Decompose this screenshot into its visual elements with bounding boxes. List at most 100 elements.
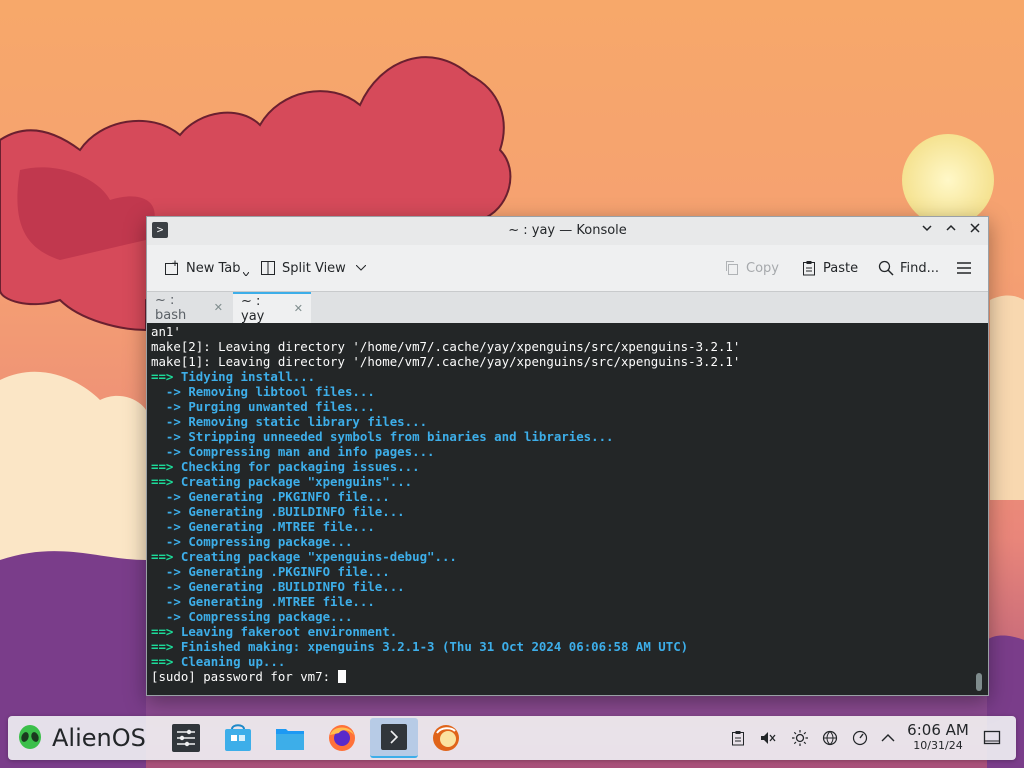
folder-icon <box>276 729 304 750</box>
terminal-line-text: make[2]: Leaving directory '/home/vm7/.c… <box>151 339 741 354</box>
volume-muted-icon[interactable] <box>758 728 778 748</box>
taskbar-konsole[interactable] <box>370 718 418 758</box>
tab-label: ~ : yay <box>241 293 265 324</box>
dropdown-arrow-icon <box>242 272 249 276</box>
hamburger-menu-button[interactable] <box>956 257 972 279</box>
terminal-line: ==> Cleaning up... <box>151 654 740 669</box>
terminal-line-text: Compressing man and info pages... <box>188 444 435 459</box>
show-desktop-icon <box>983 730 1001 745</box>
digital-clock[interactable]: 6:06 AM 10/31/24 <box>906 721 970 753</box>
brightness-glyph <box>792 730 808 746</box>
chevron-up-icon <box>946 224 956 231</box>
terminal-line-text: Checking for packaging issues... <box>180 459 420 474</box>
minimize-button[interactable] <box>917 221 937 241</box>
terminal-line-text: Creating package "xpenguins-debug"... <box>180 549 457 564</box>
terminal-line-prefix: -> <box>151 564 181 579</box>
terminal-line: -> Generating .MTREE file... <box>151 594 740 609</box>
terminal-line: ==> Finished making: xpenguins 3.2.1-3 (… <box>151 639 740 654</box>
volume-muted-glyph <box>761 732 776 744</box>
terminal-line: -> Generating .MTREE file... <box>151 519 740 534</box>
terminal-line-prefix: -> <box>151 489 181 504</box>
maximize-button[interactable] <box>941 221 961 241</box>
tab-bar: ~ : bash ✕ ~ : yay ✕ <box>147 291 988 325</box>
terminal-view[interactable]: an1' make[2]: Leaving directory '/home/vm… <box>147 323 988 695</box>
taskbar-alienos-app[interactable] <box>422 718 470 758</box>
window-title: ~ : yay — Konsole <box>508 223 627 238</box>
terminal-line-prefix: ==> <box>151 624 174 639</box>
terminal-line-prefix: -> <box>151 579 181 594</box>
clipboard-glyph <box>732 731 744 746</box>
copy-icon <box>726 261 738 275</box>
terminal-line-prefix: -> <box>151 399 181 414</box>
expand-tray-icon[interactable] <box>878 728 898 748</box>
terminal-line-text: Generating .PKGINFO file... <box>188 564 390 579</box>
updates-icon[interactable] <box>850 728 870 748</box>
terminal-line: make[2]: Leaving directory '/home/vm7/.c… <box>151 339 740 354</box>
settings-icon <box>172 724 200 752</box>
chevron-down-icon <box>355 265 366 271</box>
network-icon[interactable] <box>820 728 840 748</box>
chevron-down-icon <box>922 225 932 232</box>
close-button[interactable] <box>965 221 985 241</box>
updates-glyph <box>852 730 868 746</box>
close-icon <box>970 223 980 233</box>
close-icon[interactable]: ✕ <box>214 301 223 314</box>
terminal-line: -> Removing static library files... <box>151 414 740 429</box>
terminal-line-text: Generating .BUILDINFO file... <box>188 504 405 519</box>
tab-yay[interactable]: ~ : yay ✕ <box>233 292 311 324</box>
alien-logo-icon <box>19 725 41 749</box>
terminal-line-text: Generating .MTREE file... <box>188 594 375 609</box>
taskbar-discover[interactable] <box>214 718 262 758</box>
terminal-line: ==> Tidying install... <box>151 369 740 384</box>
split-view-button[interactable]: Split View <box>260 257 366 279</box>
close-icon[interactable]: ✕ <box>294 302 303 315</box>
terminal-line-text: Finished making: xpenguins 3.2.1-3 (Thu … <box>180 639 689 654</box>
terminal-line-text: Leaving fakeroot environment. <box>180 624 398 639</box>
terminal-line: -> Generating .PKGINFO file... <box>151 564 740 579</box>
chevron-up-icon <box>881 734 895 742</box>
terminal-line: -> Removing libtool files... <box>151 384 740 399</box>
window-titlebar[interactable]: > ~ : yay — Konsole <box>147 217 988 245</box>
clipboard-icon[interactable] <box>728 728 748 748</box>
terminal-line-prefix: -> <box>151 444 181 459</box>
terminal-line-prefix: -> <box>151 609 181 624</box>
terminal-line: -> Generating .PKGINFO file... <box>151 489 740 504</box>
copy-button[interactable]: Copy <box>724 257 779 279</box>
terminal-line: -> Compressing package... <box>151 534 740 549</box>
terminal-line: an1' <box>151 324 740 339</box>
app-launcher-button[interactable]: AlienOS <box>16 720 146 756</box>
taskbar: AlienOS 6:06 AM 10/31/24 <box>8 716 1016 760</box>
new-tab-button[interactable]: New Tab <box>164 257 249 279</box>
taskbar-system-settings[interactable] <box>162 718 210 758</box>
find-button[interactable]: Find... <box>878 257 939 279</box>
tab-bash[interactable]: ~ : bash ✕ <box>147 292 231 323</box>
terminal-line: ==> Checking for packaging issues... <box>151 459 740 474</box>
terminal-line: ==> Creating package "xpenguins-debug"..… <box>151 549 740 564</box>
terminal-line-text: Tidying install... <box>180 369 316 384</box>
terminal-icon <box>381 724 407 750</box>
terminal-line: -> Stripping unneeded symbols from binar… <box>151 429 740 444</box>
taskbar-firefox[interactable] <box>318 718 366 758</box>
software-store-icon <box>225 724 251 751</box>
find-label: Find... <box>900 260 940 276</box>
paste-button[interactable]: Paste <box>801 257 858 279</box>
terminal-line-prefix: -> <box>151 504 181 519</box>
taskbar-dolphin[interactable] <box>266 718 314 758</box>
split-view-label: Split View <box>282 260 346 276</box>
hamburger-menu-icon <box>957 262 971 274</box>
split-view-icon <box>261 261 275 275</box>
paste-icon <box>803 261 815 276</box>
terminal-line-text: Removing static library files... <box>188 414 428 429</box>
paste-label: Paste <box>823 260 859 276</box>
terminal-line-prefix: ==> <box>151 549 174 564</box>
terminal-line-text: Generating .BUILDINFO file... <box>188 579 405 594</box>
terminal-line-text: Compressing package... <box>188 609 353 624</box>
terminal-line-text: Purging unwanted files... <box>188 399 375 414</box>
terminal-line-prefix: -> <box>151 384 181 399</box>
terminal-line: -> Purging unwanted files... <box>151 399 740 414</box>
brightness-icon[interactable] <box>790 728 810 748</box>
show-desktop-button[interactable] <box>982 728 1002 748</box>
terminal-scrollbar[interactable] <box>976 673 982 691</box>
terminal-line-prefix: ==> <box>151 369 174 384</box>
terminal-line-text: Cleaning up... <box>180 654 286 669</box>
